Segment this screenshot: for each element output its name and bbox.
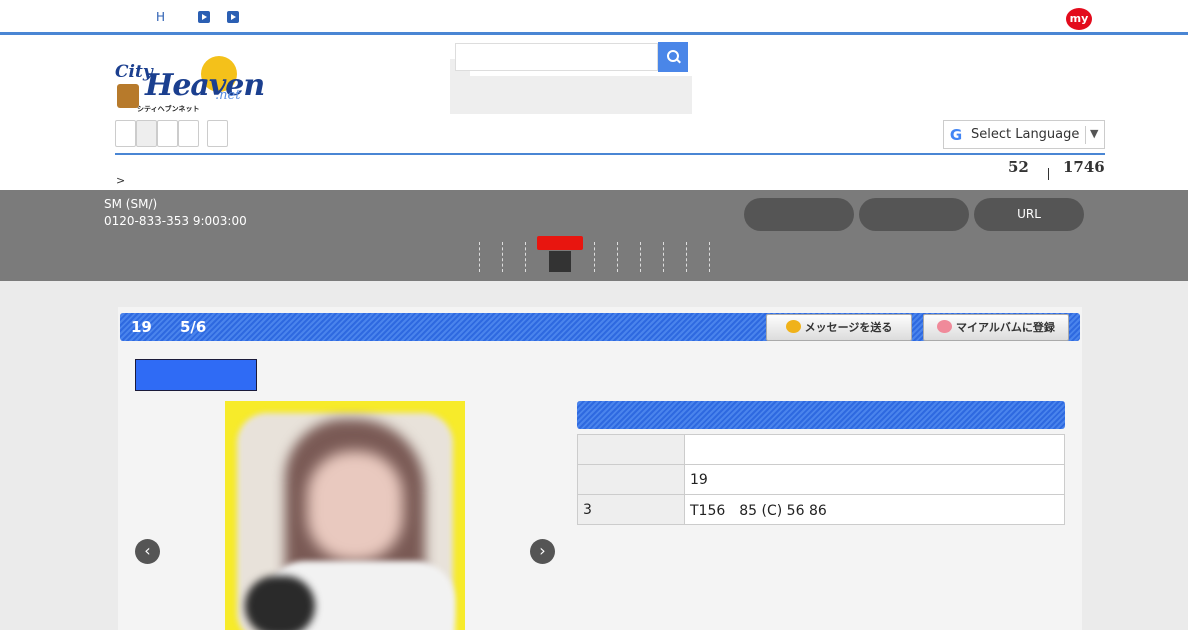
header-divider	[115, 153, 1105, 155]
profile-photo[interactable]	[225, 401, 465, 630]
photo-face	[307, 451, 403, 561]
top-link-h[interactable]: H	[156, 10, 165, 24]
shop-action-button-2[interactable]	[859, 198, 969, 231]
count-divider	[1048, 168, 1049, 180]
region-tab[interactable]	[207, 120, 228, 147]
region-tab[interactable]	[178, 120, 199, 147]
shop-phone-hours: 0120-833-353 9:003:00	[104, 214, 247, 228]
logo-house-graphic	[117, 84, 139, 108]
count-first: 52	[1008, 158, 1029, 176]
table-key: 3	[577, 494, 685, 525]
top-bar: H my	[0, 0, 1188, 35]
breadcrumb[interactable]: >	[116, 174, 125, 187]
nav-tab-active[interactable]	[549, 251, 571, 272]
search-input[interactable]	[455, 43, 658, 71]
language-select-label: Select Language	[971, 127, 1080, 142]
send-message-label: メッセージを送る	[804, 321, 893, 334]
site-logo[interactable]: City Heaven .net シティヘブンネット	[115, 54, 265, 114]
table-key	[577, 464, 685, 495]
profile-age: 19	[131, 318, 152, 336]
logo-subtitle-graphic: シティヘブンネット	[137, 105, 200, 113]
search-box-frame	[450, 76, 692, 114]
heart-icon	[937, 320, 953, 333]
play-icon[interactable]	[198, 11, 210, 23]
send-message-button[interactable]: メッセージを送る	[766, 314, 912, 341]
logo-heaven-graphic: Heaven	[145, 68, 265, 103]
add-to-album-label: マイアルバムに登録	[956, 321, 1055, 334]
table-value: 19	[684, 464, 1065, 495]
nav-tab-divider	[594, 242, 595, 272]
chevron-down-icon: ▼	[1090, 127, 1099, 140]
table-row: 3 T156 85 (C) 56 86	[577, 494, 1065, 525]
chat-bubble-icon	[785, 320, 801, 333]
region-tab[interactable]	[157, 120, 178, 147]
table-row: 19	[577, 464, 1065, 495]
nav-tab-divider	[663, 242, 664, 272]
nav-tab-divider	[686, 242, 687, 272]
count-second: 1746	[1063, 158, 1105, 176]
nav-tab-divider	[640, 242, 641, 272]
search-button[interactable]	[658, 42, 688, 72]
table-row	[577, 434, 1065, 465]
language-select-divider	[1085, 126, 1086, 144]
add-to-album-button[interactable]: マイアルバムに登録	[923, 314, 1069, 341]
profile-title-bar: 19 5/6 メッセージを送る マイアルバムに登録	[120, 313, 1080, 341]
profile-table-header	[577, 401, 1065, 429]
shop-url-button[interactable]: URL	[974, 198, 1084, 231]
chevron-right-icon[interactable]: ›	[530, 539, 555, 564]
play-icon[interactable]	[227, 11, 239, 23]
chevron-left-icon[interactable]: ‹	[135, 539, 160, 564]
profile-join-date: 5/6	[180, 318, 207, 336]
region-tab[interactable]	[136, 120, 157, 147]
nav-tab-divider	[709, 242, 710, 272]
status-badge	[135, 359, 257, 391]
my-page-button[interactable]: my	[1066, 8, 1092, 30]
table-key	[577, 434, 685, 465]
shop-name[interactable]: SM (SM/)	[104, 197, 157, 211]
nav-tab-divider	[479, 242, 480, 272]
table-value	[684, 434, 1065, 465]
nav-tab-divider	[502, 242, 503, 272]
shop-nav-tabs	[470, 236, 730, 272]
nav-tab-active-marker	[537, 236, 583, 250]
nav-tab-divider	[525, 242, 526, 272]
shop-action-button-1[interactable]	[744, 198, 854, 231]
photo-dark-area	[245, 576, 315, 630]
shop-header-bar: SM (SM/) 0120-833-353 9:003:00 URL	[0, 190, 1188, 281]
region-tab[interactable]	[115, 120, 136, 147]
nav-tab-divider	[617, 242, 618, 272]
profile-table: 19 3 T156 85 (C) 56 86	[577, 434, 1065, 525]
language-select[interactable]: G Select Language ▼	[943, 120, 1105, 149]
logo-net-graphic: .net	[215, 88, 241, 103]
table-value: T156 85 (C) 56 86	[684, 494, 1065, 525]
google-g-icon: G	[949, 126, 963, 144]
